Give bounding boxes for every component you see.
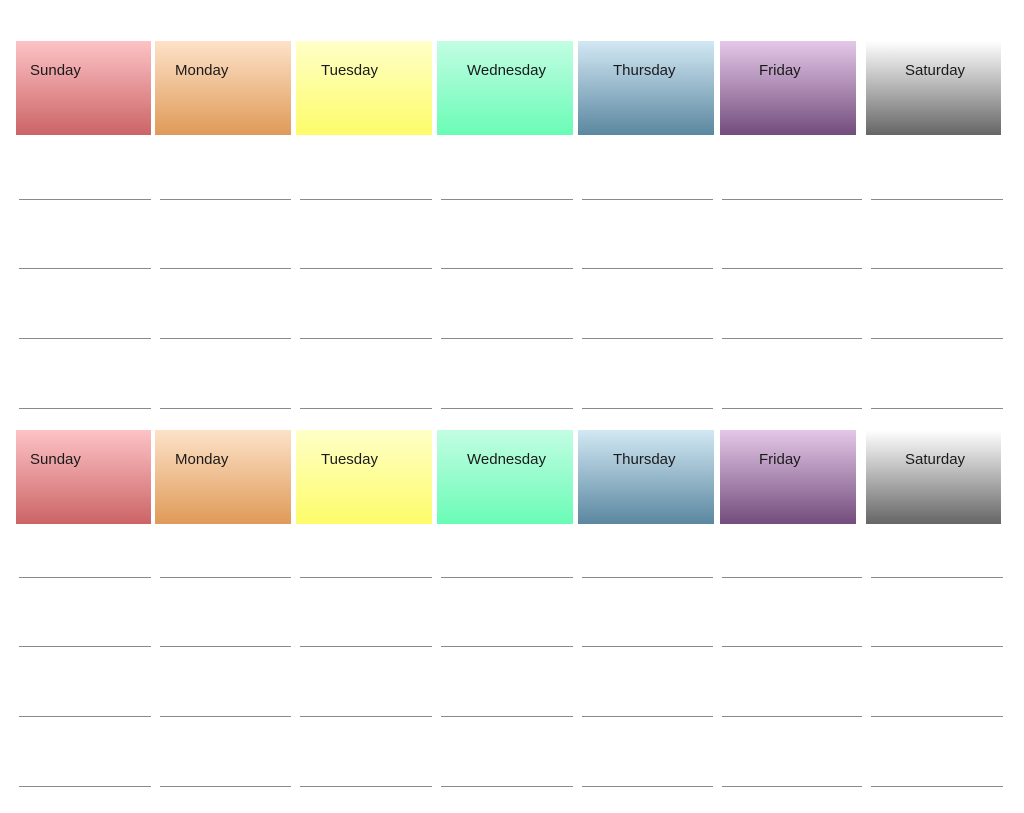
blank-entry-line xyxy=(160,199,291,200)
blank-entry-line xyxy=(582,338,713,339)
blank-entry-line xyxy=(441,268,573,269)
blank-entry-line xyxy=(160,646,291,647)
blank-entry-line xyxy=(160,786,291,787)
blank-entry-line xyxy=(871,577,1003,578)
blank-entry-line xyxy=(300,268,432,269)
blank-entry-line xyxy=(722,199,862,200)
day-header-thursday: Thursday xyxy=(578,430,714,524)
blank-entry-line xyxy=(441,338,573,339)
blank-entry-line xyxy=(160,716,291,717)
blank-entry-line xyxy=(722,646,862,647)
day-label: Saturday xyxy=(905,62,966,79)
blank-entry-line xyxy=(441,786,573,787)
day-header-wednesday: Wednesday xyxy=(437,41,573,135)
day-header-sunday: Sunday xyxy=(16,430,151,524)
blank-entry-line xyxy=(300,716,432,717)
blank-entry-line xyxy=(871,646,1003,647)
blank-entry-line xyxy=(722,408,862,409)
blank-entry-line xyxy=(160,268,291,269)
day-header-friday: Friday xyxy=(720,41,856,135)
blank-entry-line xyxy=(19,268,151,269)
blank-entry-line xyxy=(441,646,573,647)
blank-entry-line xyxy=(582,408,713,409)
blank-entry-line xyxy=(441,716,573,717)
blank-entry-line xyxy=(722,268,862,269)
blank-entry-line xyxy=(441,577,573,578)
day-label: Friday xyxy=(759,62,801,79)
blank-entry-line xyxy=(722,716,862,717)
day-header-saturday: Saturday xyxy=(866,41,1001,135)
day-header-wednesday: Wednesday xyxy=(437,430,573,524)
blank-entry-line xyxy=(300,646,432,647)
blank-entry-line xyxy=(300,338,432,339)
day-label: Sunday xyxy=(30,451,81,468)
blank-entry-line xyxy=(582,268,713,269)
day-label: Tuesday xyxy=(321,451,378,468)
day-label: Thursday xyxy=(613,62,676,79)
blank-entry-line xyxy=(19,199,151,200)
day-header-thursday: Thursday xyxy=(578,41,714,135)
day-header-sunday: Sunday xyxy=(16,41,151,135)
blank-entry-line xyxy=(582,716,713,717)
blank-entry-line xyxy=(300,199,432,200)
blank-entry-line xyxy=(19,408,151,409)
day-header-saturday: Saturday xyxy=(866,430,1001,524)
day-label: Wednesday xyxy=(467,62,546,79)
blank-entry-line xyxy=(441,408,573,409)
blank-entry-line xyxy=(871,716,1003,717)
blank-entry-line xyxy=(582,646,713,647)
day-label: Wednesday xyxy=(467,451,546,468)
blank-entry-line xyxy=(19,786,151,787)
blank-entry-line xyxy=(722,577,862,578)
blank-entry-line xyxy=(300,408,432,409)
blank-entry-line xyxy=(300,786,432,787)
blank-entry-line xyxy=(871,199,1003,200)
day-header-monday: Monday xyxy=(155,430,291,524)
blank-entry-line xyxy=(19,577,151,578)
blank-entry-line xyxy=(160,338,291,339)
day-label: Sunday xyxy=(30,62,81,79)
day-header-friday: Friday xyxy=(720,430,856,524)
blank-entry-line xyxy=(582,577,713,578)
blank-entry-line xyxy=(871,786,1003,787)
day-header-monday: Monday xyxy=(155,41,291,135)
blank-entry-line xyxy=(722,786,862,787)
blank-entry-line xyxy=(19,716,151,717)
blank-entry-line xyxy=(722,338,862,339)
day-header-tuesday: Tuesday xyxy=(296,41,432,135)
blank-entry-line xyxy=(871,408,1003,409)
day-label: Monday xyxy=(175,451,229,468)
day-label: Friday xyxy=(759,451,801,468)
day-label: Monday xyxy=(175,62,229,79)
blank-entry-line xyxy=(582,786,713,787)
blank-entry-line xyxy=(19,646,151,647)
blank-entry-line xyxy=(160,577,291,578)
blank-entry-line xyxy=(871,338,1003,339)
blank-entry-line xyxy=(871,268,1003,269)
blank-entry-line xyxy=(300,577,432,578)
day-label: Tuesday xyxy=(321,62,378,79)
day-label: Saturday xyxy=(905,451,966,468)
day-label: Thursday xyxy=(613,451,676,468)
day-header-tuesday: Tuesday xyxy=(296,430,432,524)
blank-entry-line xyxy=(582,199,713,200)
blank-entry-line xyxy=(160,408,291,409)
blank-entry-line xyxy=(441,199,573,200)
blank-entry-line xyxy=(19,338,151,339)
